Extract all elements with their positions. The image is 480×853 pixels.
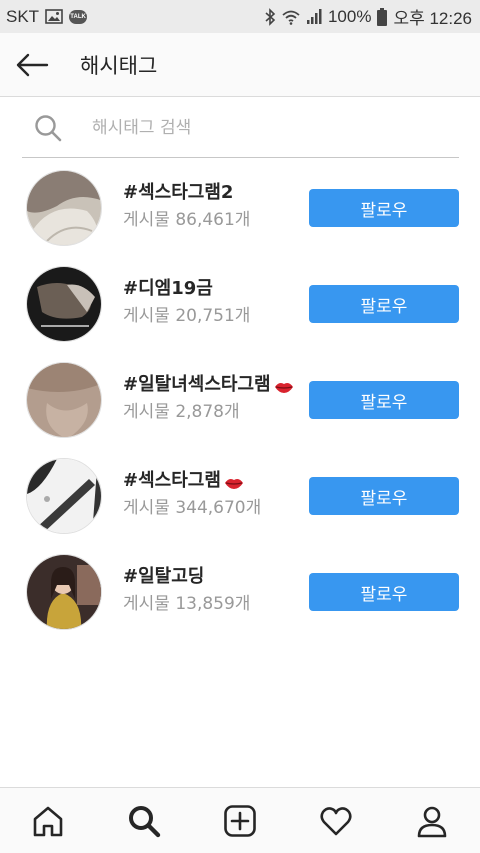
nav-add-post[interactable] <box>210 791 270 851</box>
follow-button[interactable]: 팔로우 <box>309 381 459 419</box>
post-count: 게시물 344,670개 <box>123 498 262 518</box>
hashtag-thumbnail[interactable] <box>26 170 102 246</box>
hashtag-name-text: #디엠19금 <box>123 278 213 299</box>
list-item[interactable]: #일탈녀섹스타그램 게시물 2,878개 팔로우 <box>0 352 480 448</box>
status-left: SKT TALK <box>6 6 88 27</box>
follow-button[interactable]: 팔로우 <box>309 189 459 227</box>
hashtag-name-text: #섹스타그램 <box>123 470 221 491</box>
tag-info: #일탈녀섹스타그램 게시물 2,878개 <box>123 374 294 423</box>
hashtag-name-text: #섹스타그램2 <box>123 182 234 203</box>
page-title: 해시태그 <box>80 53 158 78</box>
battery-icon <box>377 7 388 26</box>
lips-icon <box>224 474 244 489</box>
follow-button[interactable]: 팔로우 <box>309 477 459 515</box>
kakaotalk-notification-icon: TALK <box>69 9 88 24</box>
clock: 오후 12:26 <box>393 9 472 28</box>
profile-icon <box>417 806 447 837</box>
battery-percent: 100% <box>327 6 372 26</box>
post-count: 게시물 20,751개 <box>123 306 251 326</box>
tag-info: #섹스타그램 게시물 344,670개 <box>123 470 261 519</box>
tag-info: #섹스타그램2 게시물 86,461개 <box>123 182 250 231</box>
follow-button[interactable]: 팔로우 <box>309 573 459 611</box>
hashtag-thumbnail[interactable] <box>26 554 102 630</box>
back-arrow-icon <box>16 53 49 76</box>
hashtag-name[interactable]: #일탈녀섹스타그램 <box>123 374 294 396</box>
list-item[interactable]: #섹스타그램2 게시물 86,461개 팔로우 <box>0 160 480 256</box>
hashtag-name[interactable]: #섹스타그램 <box>123 470 261 492</box>
carrier-label: SKT <box>6 6 40 26</box>
hashtag-name[interactable]: #섹스타그램2 <box>123 182 250 204</box>
hashtag-thumbnail[interactable] <box>26 266 102 342</box>
wifi-icon <box>282 9 300 25</box>
list-item[interactable]: #일탈고딩 게시물 13,859개 팔로우 <box>0 544 480 640</box>
nav-profile[interactable] <box>402 791 462 851</box>
home-icon <box>33 806 63 836</box>
tag-info: #일탈고딩 게시물 13,859개 <box>123 566 250 615</box>
search-input[interactable] <box>92 117 422 138</box>
post-count: 게시물 86,461개 <box>123 210 251 230</box>
hashtag-thumbnail[interactable] <box>26 458 102 534</box>
hashtag-list: #섹스타그램2 게시물 86,461개 팔로우 #디엠19금 게시물 20,75… <box>0 160 480 640</box>
search-icon <box>129 805 161 837</box>
status-bar: SKT TALK 100% 오후 12:26 <box>0 0 480 33</box>
bottom-nav <box>0 787 480 853</box>
follow-button[interactable]: 팔로우 <box>309 285 459 323</box>
post-count: 게시물 13,859개 <box>123 594 251 614</box>
tag-info: #디엠19금 게시물 20,751개 <box>123 278 250 327</box>
lips-icon <box>274 378 294 393</box>
list-item[interactable]: #섹스타그램 게시물 344,670개 팔로우 <box>0 448 480 544</box>
search-icon <box>34 114 62 142</box>
bluetooth-icon <box>264 7 276 26</box>
list-item[interactable]: #디엠19금 게시물 20,751개 팔로우 <box>0 256 480 352</box>
post-count: 게시물 2,878개 <box>123 402 240 422</box>
heart-icon <box>320 806 352 835</box>
hashtag-thumbnail[interactable] <box>26 362 102 438</box>
signal-icon <box>306 9 322 24</box>
search-bar[interactable] <box>22 98 459 158</box>
nav-search[interactable] <box>114 791 174 851</box>
hashtag-name-text: #일탈녀섹스타그램 <box>123 374 271 395</box>
nav-home[interactable] <box>18 791 78 851</box>
app-header: 해시태그 <box>0 33 480 97</box>
hashtag-name[interactable]: #일탈고딩 <box>123 566 250 588</box>
gallery-notification-icon <box>45 9 63 24</box>
nav-activity[interactable] <box>306 791 366 851</box>
add-post-icon <box>224 804 256 837</box>
hashtag-name[interactable]: #디엠19금 <box>123 278 250 300</box>
status-right: 100% 오후 12:26 <box>264 4 472 29</box>
hashtag-name-text: #일탈고딩 <box>123 566 205 587</box>
back-button[interactable] <box>0 33 64 97</box>
